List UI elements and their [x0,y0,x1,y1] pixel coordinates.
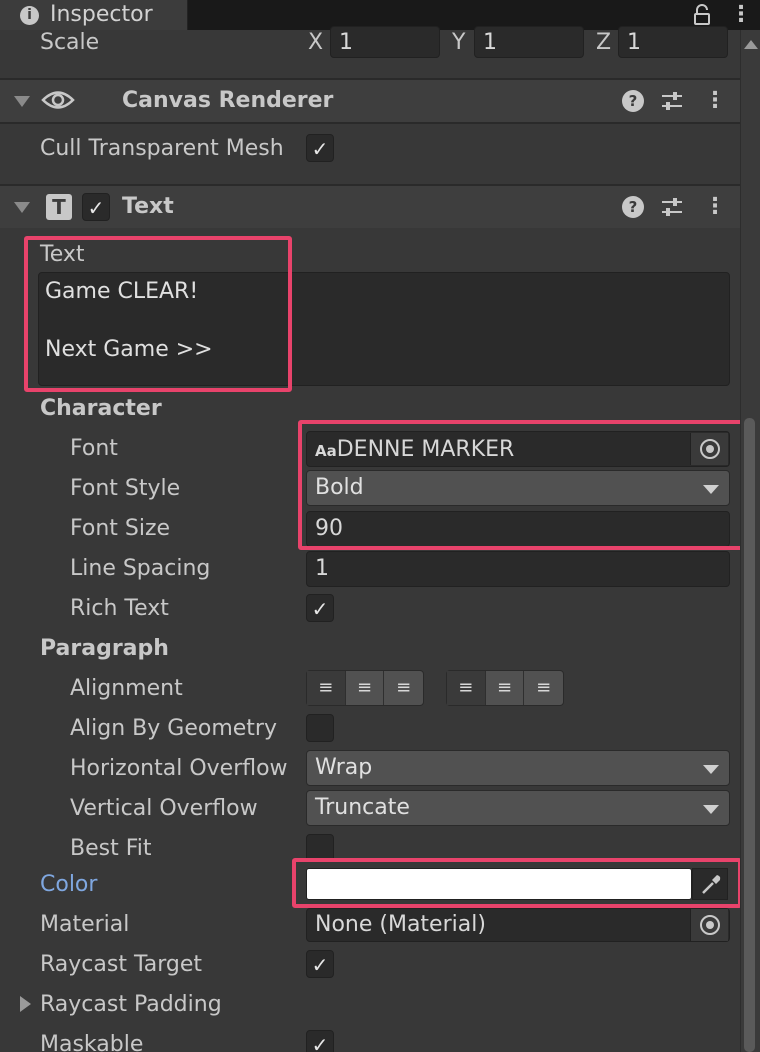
align-bottom-button[interactable]: ≡ [524,671,563,705]
font-size-label: Font Size [70,516,171,541]
horizontal-overflow-value: Wrap [315,755,373,780]
text-component-icon: T [46,194,72,220]
object-picker-icon [700,915,720,935]
text-component-title: Text [122,194,174,219]
help-icon[interactable]: ? [622,90,644,112]
material-picker-button[interactable] [690,909,728,941]
inspector-tab-title: Inspector [50,2,153,27]
scrollbar-thumb[interactable] [744,418,755,1052]
highlight-box [292,858,742,908]
component-menu-icon[interactable]: ⋮ [704,196,726,218]
best-fit-label: Best Fit [70,836,152,861]
font-label: Font [70,436,118,461]
horizontal-overflow-dropdown[interactable]: Wrap [306,750,730,786]
scale-z-label[interactable]: Z [596,28,611,58]
foldout-arrow-icon[interactable] [20,996,31,1012]
vertical-overflow-dropdown[interactable]: Truncate [306,790,730,826]
scale-y-field[interactable]: 1 [474,26,584,58]
window-menu-icon[interactable]: ⋮ [730,4,752,26]
canvas-renderer-title: Canvas Renderer [122,88,334,113]
eye-icon [41,91,75,109]
rich-text-label: Rich Text [70,596,169,621]
presets-icon[interactable] [660,89,684,113]
lock-icon[interactable] [692,4,712,26]
vertical-alignment-group: ≡ ≡ ≡ [446,670,564,706]
chevron-down-icon [703,765,719,774]
separator [0,122,740,124]
text-enabled-checkbox[interactable]: ✓ [82,193,110,221]
component-menu-icon[interactable]: ⋮ [704,90,726,112]
color-label: Color [40,872,98,897]
highlight-box [24,236,292,392]
line-spacing-field[interactable]: 1 [306,551,730,587]
align-right-button[interactable]: ≡ [384,671,423,705]
raycast-target-label: Raycast Target [40,952,203,977]
scale-z-field[interactable]: 1 [618,26,728,58]
inspector-tab[interactable]: i Inspector [0,0,188,30]
alignment-label: Alignment [70,676,183,701]
character-header: Character [40,396,162,421]
material-label: Material [40,912,130,937]
scale-label: Scale [40,30,100,55]
raycast-target-checkbox[interactable]: ✓ [306,950,334,978]
highlight-box [298,420,752,550]
align-center-button[interactable]: ≡ [346,671,385,705]
material-field[interactable]: None (Material) [306,908,730,942]
scale-y-label[interactable]: Y [452,28,465,58]
presets-icon[interactable] [660,195,684,219]
raycast-padding-label[interactable]: Raycast Padding [40,990,222,1020]
fold-arrow-icon[interactable] [14,96,30,107]
align-middle-button[interactable]: ≡ [486,671,525,705]
rich-text-checkbox[interactable]: ✓ [306,594,334,622]
fold-arrow-icon[interactable] [14,202,30,213]
align-by-geometry-checkbox[interactable] [306,714,334,742]
help-icon[interactable]: ? [622,196,644,218]
maskable-checkbox[interactable]: ✓ [306,1030,334,1052]
cull-transparent-mesh-checkbox[interactable]: ✓ [306,134,334,162]
line-spacing-label: Line Spacing [70,556,211,581]
info-icon: i [20,6,39,25]
align-by-geometry-label: Align By Geometry [70,716,277,741]
maskable-label: Maskable [40,1032,144,1052]
align-left-button[interactable]: ≡ [307,671,346,705]
horizontal-overflow-label: Horizontal Overflow [70,756,288,781]
horizontal-alignment-group: ≡ ≡ ≡ [306,670,424,706]
scale-x-field[interactable]: 1 [330,26,440,58]
scale-x-label[interactable]: X [308,28,323,58]
cull-transparent-mesh-label: Cull Transparent Mesh [40,136,284,161]
vertical-overflow-value: Truncate [315,795,410,820]
chevron-down-icon [703,805,719,814]
font-style-label: Font Style [70,476,181,501]
scroll-up-arrow-icon[interactable] [744,40,758,49]
paragraph-header: Paragraph [40,636,169,661]
vertical-overflow-label: Vertical Overflow [70,796,258,821]
align-top-button[interactable]: ≡ [447,671,486,705]
